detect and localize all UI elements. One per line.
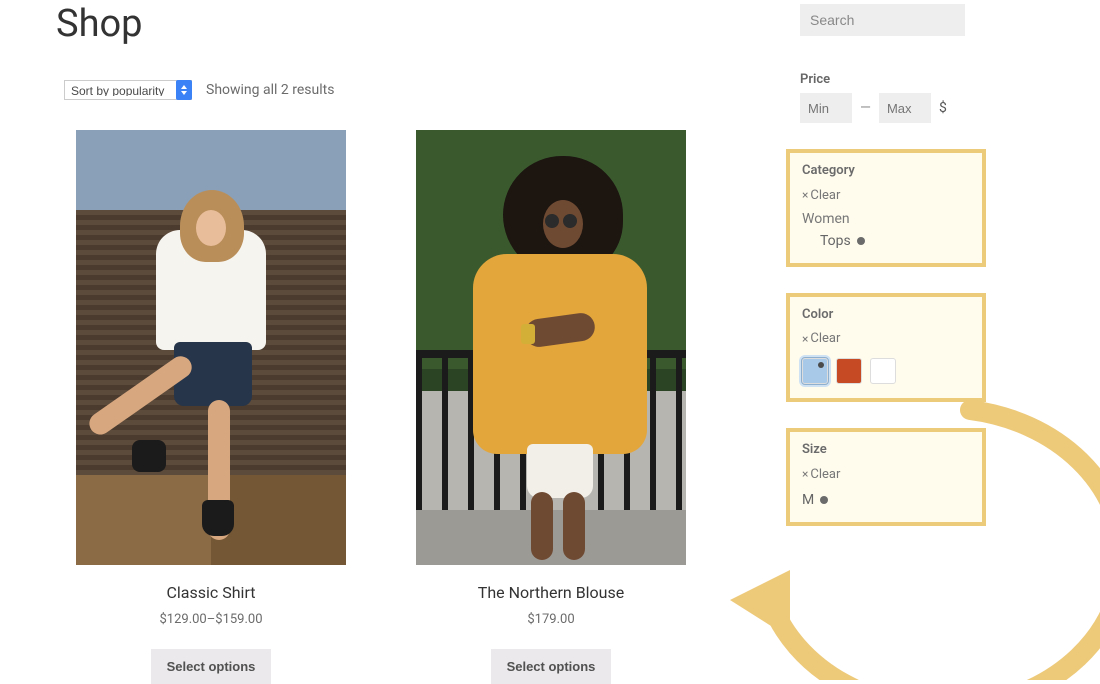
price-label: Price: [800, 72, 1044, 87]
price-max-input[interactable]: [879, 93, 931, 123]
page-title: Shop: [56, 2, 774, 46]
product-title[interactable]: Classic Shirt: [76, 583, 346, 602]
price-filter: Price — $: [800, 72, 1044, 123]
category-child[interactable]: Tops: [820, 233, 970, 249]
clear-text: Clear: [810, 188, 840, 203]
selected-dot-icon: [820, 496, 828, 504]
clear-text: Clear: [810, 331, 840, 346]
price-dash: —: [860, 100, 871, 116]
product-grid: Classic Shirt $129.00–$159.00 Select opt…: [56, 130, 774, 684]
close-icon: ×: [802, 467, 808, 481]
close-icon: ×: [802, 188, 808, 202]
selected-dot-icon: [857, 237, 865, 245]
category-child-label: Tops: [820, 233, 851, 249]
search-input[interactable]: [800, 4, 965, 36]
size-filter: Size × Clear M: [786, 428, 986, 526]
product-image[interactable]: [416, 130, 686, 565]
sidebar: Price — $ Category × Clear Women Tops Co…: [814, 0, 1044, 684]
size-value: M: [802, 492, 814, 508]
color-swatch[interactable]: [802, 358, 828, 384]
shop-toolbar: Sort by popularity Showing all 2 results: [64, 80, 774, 100]
sort-select-wrap[interactable]: Sort by popularity: [64, 80, 192, 100]
color-swatch[interactable]: [836, 358, 862, 384]
product-card: The Northern Blouse $179.00 Select optio…: [416, 130, 686, 684]
color-label: Color: [802, 307, 970, 322]
size-value-row[interactable]: M: [802, 492, 970, 508]
product-image[interactable]: [76, 130, 346, 565]
category-parent[interactable]: Women: [802, 211, 970, 227]
product-price: $179.00: [416, 612, 686, 627]
size-label: Size: [802, 442, 970, 457]
color-filter: Color × Clear: [786, 293, 986, 403]
color-swatches: [802, 358, 970, 384]
product-card: Classic Shirt $129.00–$159.00 Select opt…: [76, 130, 346, 684]
category-filter: Category × Clear Women Tops: [786, 149, 986, 267]
category-clear-link[interactable]: × Clear: [802, 188, 840, 203]
color-clear-link[interactable]: × Clear: [802, 331, 840, 346]
color-swatch[interactable]: [870, 358, 896, 384]
price-currency: $: [939, 100, 947, 116]
size-clear-link[interactable]: × Clear: [802, 467, 840, 482]
close-icon: ×: [802, 332, 808, 346]
price-min-input[interactable]: [800, 93, 852, 123]
results-count: Showing all 2 results: [206, 82, 334, 98]
category-label: Category: [802, 163, 970, 178]
sort-select[interactable]: Sort by popularity: [64, 80, 192, 100]
clear-text: Clear: [810, 467, 840, 482]
product-title[interactable]: The Northern Blouse: [416, 583, 686, 602]
product-price: $129.00–$159.00: [76, 612, 346, 627]
